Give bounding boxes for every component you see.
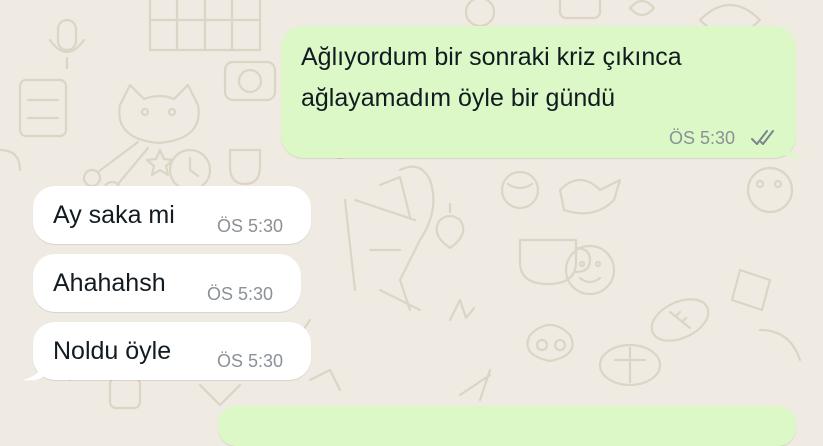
incoming-bubble-tail: [22, 358, 44, 381]
chat-area: Ağlıyordum bir sonraki kriz çıkınca ağla…: [0, 0, 823, 446]
message-timestamp: ÖS 5:30: [217, 351, 284, 371]
message-text: Ahahahsh: [53, 269, 166, 297]
outgoing-bubble-tail: [784, 136, 804, 159]
outgoing-message[interactable]: Ağlıyordum bir sonraki kriz çıkınca ağla…: [281, 26, 796, 158]
message-timestamp: ÖS 5:30: [669, 128, 736, 148]
message-text: Noldu öyle: [53, 337, 172, 365]
incoming-message[interactable]: Noldu öyle ÖS 5:30: [33, 322, 311, 380]
incoming-message[interactable]: Ay saka mi ÖS 5:30: [33, 186, 311, 244]
outgoing-message-partial[interactable]: [218, 406, 796, 446]
message-text-line-2: ağlayamadım öyle bir gündü: [301, 84, 616, 112]
message-timestamp: ÖS 5:30: [207, 284, 274, 304]
incoming-message[interactable]: Ahahahsh ÖS 5:30: [33, 254, 301, 312]
message-timestamp: ÖS 5:30: [217, 216, 284, 236]
message-text: Ay saka mi: [53, 201, 175, 229]
message-text-line-1: Ağlıyordum bir sonraki kriz çıkınca: [301, 43, 682, 71]
double-check-read-icon: [751, 130, 774, 145]
